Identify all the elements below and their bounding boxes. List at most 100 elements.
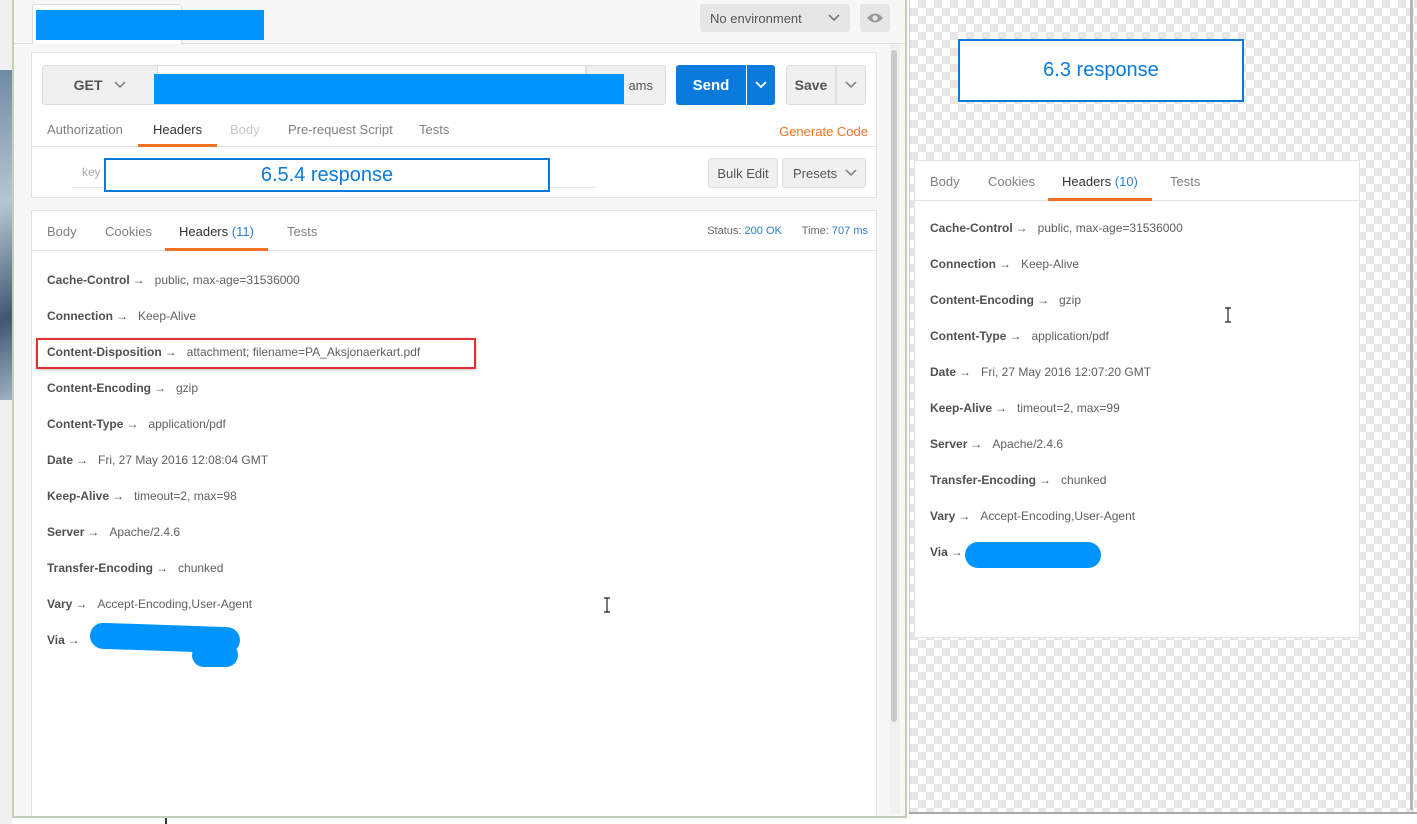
header-key: Keep-Alive: [930, 401, 993, 415]
annotation-label-63: 6.3 response: [958, 39, 1244, 102]
header-key: Content-Encoding: [930, 293, 1034, 307]
chevron-down-icon: [755, 81, 767, 89]
header-row: Server → Apache/2.4.6: [930, 437, 1063, 457]
arrow-icon: →: [116, 309, 128, 323]
method-select[interactable]: GET: [42, 65, 158, 105]
header-row: Date → Fri, 27 May 2016 12:07:20 GMT: [930, 365, 1151, 385]
tab-response-headers-label: Headers: [1062, 174, 1112, 189]
params-label: ams: [628, 77, 653, 93]
header-key: Server: [930, 437, 968, 451]
arrow-icon: →: [153, 381, 166, 395]
header-value: application/pdf: [1031, 329, 1109, 343]
header-row: Keep-Alive → timeout=2, max=99: [930, 401, 1120, 421]
request-tabs: Authorization Headers Body Pre-request S…: [32, 113, 878, 147]
tab-response-cookies[interactable]: Cookies: [105, 211, 152, 251]
header-value: public, max-age=31536000: [1037, 221, 1183, 235]
tab-authorization[interactable]: Authorization: [47, 113, 123, 147]
header-key: Via: [47, 633, 65, 647]
header-key: Cache-Control: [47, 273, 130, 287]
tab-response-tests[interactable]: Tests: [287, 211, 317, 251]
tab-response-headers[interactable]: Headers (10): [1048, 161, 1152, 201]
header-key: Keep-Alive: [47, 489, 110, 503]
arrow-icon: →: [112, 489, 125, 503]
header-row: Via →: [47, 633, 90, 653]
presets-dropdown[interactable]: Presets: [782, 158, 866, 188]
request-builder: GET ams Send Save Authorization Headers …: [31, 52, 878, 198]
header-value: timeout=2, max=98: [134, 489, 237, 503]
tab-response-headers[interactable]: Headers (11): [165, 211, 268, 251]
tab-body[interactable]: Body: [230, 113, 260, 147]
status-value: 200 OK: [744, 225, 782, 237]
tab-response-tests[interactable]: Tests: [1170, 161, 1200, 201]
header-row: Cache-Control → public, max-age=31536000: [47, 273, 300, 293]
header-key: Server: [47, 525, 85, 539]
header-value: Accept-Encoding,User-Agent: [980, 509, 1136, 523]
tab-headers[interactable]: Headers: [138, 113, 218, 147]
bulk-edit-button[interactable]: Bulk Edit: [708, 158, 778, 188]
desktop-photo: [0, 70, 12, 400]
header-key: Content-Encoding: [47, 381, 151, 395]
header-value: Fri, 27 May 2016 12:07:20 GMT: [981, 365, 1152, 379]
header-key: Vary: [930, 509, 956, 523]
status-label: Status:: [707, 225, 742, 237]
chevron-down-icon: [845, 169, 857, 177]
header-key-input[interactable]: key: [82, 165, 101, 179]
scrollbar-thumb[interactable]: [891, 50, 897, 722]
arrow-icon: →: [959, 365, 972, 379]
environment-select-label: No environment: [710, 10, 802, 26]
send-label: Send: [692, 76, 730, 94]
environment-quick-look-button[interactable]: [860, 4, 890, 32]
header-key: Date: [47, 453, 74, 467]
time-label: Time:: [801, 225, 829, 237]
header-value: gzip: [175, 381, 198, 395]
header-row: Keep-Alive → timeout=2, max=98: [47, 489, 237, 509]
time-value: 707 ms: [831, 225, 868, 237]
arrow-icon: →: [1036, 293, 1049, 307]
tab-response-body[interactable]: Body: [930, 161, 960, 201]
tab-response-cookies[interactable]: Cookies: [988, 161, 1035, 201]
tab-tests[interactable]: Tests: [419, 113, 449, 147]
header-row: Cache-Control → public, max-age=31536000: [930, 221, 1183, 241]
redacted-value: [965, 542, 1101, 568]
header-value: Keep-Alive: [1021, 257, 1080, 271]
save-label: Save: [794, 77, 828, 93]
header-editor-row: key 6.5.4 response Bulk Edit Presets: [32, 149, 878, 197]
header-key: Content-Disposition: [47, 345, 162, 359]
tab-response-headers-label: Headers: [179, 224, 229, 239]
arrow-icon: →: [1039, 473, 1052, 487]
generate-code-link[interactable]: Generate Code: [779, 124, 868, 139]
header-key: Cache-Control: [930, 221, 1013, 235]
arrow-icon: →: [999, 257, 1011, 271]
arrow-icon: →: [1015, 221, 1028, 235]
arrow-icon: →: [156, 561, 169, 575]
header-value: attachment; filename=PA_Aksjonaerkart.pd…: [186, 345, 421, 359]
header-row: Server → Apache/2.4.6: [47, 525, 180, 545]
request-tab-strip: No environment: [14, 0, 905, 44]
header-key: Content-Type: [47, 417, 124, 431]
save-options-button[interactable]: [836, 65, 866, 105]
tab-pre-request-script[interactable]: Pre-request Script: [288, 113, 393, 147]
header-value: Fri, 27 May 2016 12:08:04 GMT: [98, 453, 269, 467]
header-row: Content-Type → application/pdf: [930, 329, 1109, 349]
arrow-icon: →: [958, 509, 971, 523]
send-button[interactable]: Send: [676, 65, 746, 105]
canvas-scrollbar[interactable]: [1410, 0, 1413, 810]
arrow-icon: →: [1009, 329, 1022, 343]
header-row: Content-Encoding → gzip: [47, 381, 198, 401]
response-meta: Status: 200 OK Time: 707 ms: [707, 225, 868, 237]
arrow-icon: →: [995, 401, 1008, 415]
tab-response-body[interactable]: Body: [47, 211, 77, 251]
header-value: Keep-Alive: [138, 309, 197, 323]
header-value: chunked: [178, 561, 224, 575]
header-row: Content-Disposition → attachment; filename…: [47, 345, 420, 365]
response-viewer-secondary: Body Cookies Headers (10) Tests Cache-Co…: [914, 160, 1361, 638]
redacted-value: [192, 643, 238, 667]
header-row: Content-Encoding → gzip: [930, 293, 1081, 313]
arrow-icon: →: [950, 545, 963, 559]
save-button[interactable]: Save: [786, 65, 836, 105]
chevron-down-icon: [114, 81, 126, 89]
response-viewer: Body Cookies Headers (11) Tests Status: …: [31, 210, 878, 816]
send-options-button[interactable]: [747, 65, 775, 105]
environment-select[interactable]: No environment: [700, 4, 850, 32]
postman-window: No environment GET ams Send Save Authori…: [12, 0, 907, 818]
